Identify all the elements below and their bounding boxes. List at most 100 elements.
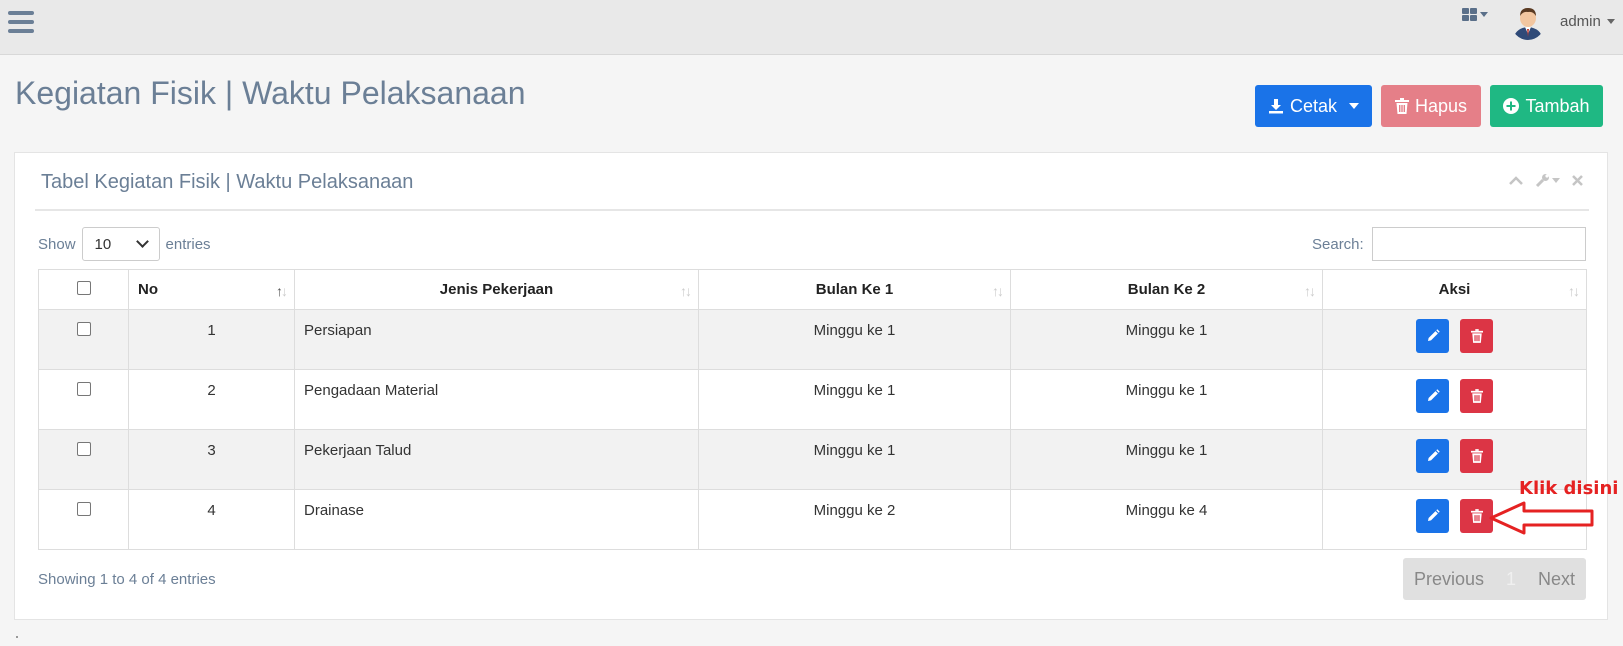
search-control: Search: (1312, 227, 1586, 261)
sort-icon: ↑↓ (1304, 283, 1316, 299)
column-header-label: Bulan Ke 2 (1127, 281, 1206, 298)
search-label: Search: (1312, 235, 1364, 253)
select-all-checkbox[interactable] (76, 280, 91, 295)
column-header-label: No (138, 281, 158, 298)
table-row: 3 Pekerjaan Talud Minggu ke 1 Minggu ke 1 (38, 429, 1587, 490)
apps-dropdown[interactable] (1462, 8, 1488, 21)
cell-bulan2: Minggu ke 1 (1010, 309, 1323, 370)
add-button[interactable]: Tambah (1490, 85, 1603, 127)
pencil-icon (1426, 509, 1440, 523)
cell-jenis: Persiapan (294, 309, 699, 370)
edit-button[interactable] (1416, 439, 1449, 473)
row-checkbox-cell (38, 369, 129, 430)
chevron-down-icon (135, 235, 149, 248)
caret-down-icon (1606, 19, 1615, 24)
sort-icon: ↑↓ (1568, 283, 1580, 299)
next-button[interactable]: Next (1538, 569, 1575, 590)
row-checkbox[interactable] (76, 442, 91, 456)
show-label: Show (38, 235, 76, 253)
cell-bulan2: Minggu ke 1 (1010, 429, 1323, 490)
data-table: No ↑↓ Jenis Pekerjaan ↑↓ Bulan Ke 1 ↑↓ Bula… (38, 269, 1587, 550)
divider (35, 209, 1589, 211)
trash-icon (1470, 509, 1483, 523)
caret-down-icon (1480, 12, 1488, 17)
cell-actions (1322, 309, 1587, 370)
print-button-label: Cetak (1289, 95, 1338, 116)
row-checkbox[interactable] (76, 322, 91, 336)
table-row: 1 Persiapan Minggu ke 1 Minggu ke 1 (38, 309, 1587, 370)
cell-bulan2: Minggu ke 4 (1010, 489, 1323, 550)
caret-down-icon (1552, 178, 1560, 183)
table-info: Showing 1 to 4 of 4 entries (38, 571, 216, 588)
close-icon[interactable] (1572, 175, 1583, 186)
delete-button[interactable] (1460, 379, 1493, 413)
edit-button[interactable] (1416, 499, 1449, 533)
column-header-aksi[interactable]: Aksi ↑↓ (1322, 269, 1587, 310)
print-button[interactable]: Cetak (1255, 85, 1372, 127)
cell-bulan2: Minggu ke 1 (1010, 369, 1323, 430)
card-title: Tabel Kegiatan Fisik | Waktu Pelaksanaan (41, 171, 414, 193)
row-checkbox[interactable] (76, 382, 91, 396)
cell-jenis: Pekerjaan Talud (294, 429, 699, 490)
pencil-icon (1426, 449, 1440, 463)
wrench-dropdown[interactable] (1535, 173, 1560, 188)
delete-selected-button[interactable]: Hapus (1381, 85, 1481, 127)
card-tools (1509, 173, 1583, 188)
delete-button[interactable] (1460, 439, 1493, 473)
trash-icon (1470, 329, 1483, 343)
cell-bulan1: Minggu ke 1 (698, 369, 1011, 430)
cell-bulan1: Minggu ke 1 (698, 309, 1011, 370)
entries-label: entries (165, 235, 211, 253)
column-header-no[interactable]: No ↑↓ (128, 269, 295, 310)
annotation-text: Klik disini (1519, 478, 1619, 499)
page-length-select[interactable]: 10 (81, 227, 160, 261)
column-header-label: Jenis Pekerjaan (439, 281, 554, 298)
avatar[interactable] (1511, 4, 1545, 40)
cell-actions (1322, 369, 1587, 430)
pencil-icon (1426, 389, 1440, 403)
trash-icon (1470, 449, 1483, 463)
row-checkbox-cell (38, 309, 129, 370)
row-checkbox-cell (38, 489, 129, 550)
select-all-header (38, 269, 129, 310)
table-card: Tabel Kegiatan Fisik | Waktu Pelaksanaan… (14, 152, 1608, 620)
download-icon (1268, 99, 1283, 114)
menu-toggle-icon[interactable] (8, 11, 34, 35)
page-length-value: 10 (94, 235, 112, 253)
page-1-button[interactable]: 1 (1506, 569, 1516, 590)
user-name: admin (1560, 13, 1601, 30)
wrench-icon (1535, 174, 1549, 188)
column-header-bulan1[interactable]: Bulan Ke 1 ↑↓ (698, 269, 1011, 310)
cell-jenis: Pengadaan Material (294, 369, 699, 430)
cell-no: 2 (128, 369, 295, 430)
cell-no: 3 (128, 429, 295, 490)
cell-no: 1 (128, 309, 295, 370)
column-header-label: Bulan Ke 1 (815, 281, 894, 298)
sort-asc-icon: ↑↓ (276, 283, 288, 299)
table-row: 2 Pengadaan Material Minggu ke 1 Minggu ke … (38, 369, 1587, 430)
cell-no: 4 (128, 489, 295, 550)
annotation-arrow-icon (1489, 501, 1594, 535)
user-menu[interactable]: admin (1560, 13, 1615, 30)
grid-icon (1462, 8, 1477, 21)
delete-selected-label: Hapus (1414, 95, 1468, 116)
column-header-bulan2[interactable]: Bulan Ke 2 ↑↓ (1010, 269, 1323, 310)
chevron-up-icon[interactable] (1509, 175, 1523, 186)
trash-icon (1470, 389, 1483, 403)
footer-dot (16, 636, 18, 638)
previous-button[interactable]: Previous (1414, 569, 1484, 590)
sort-icon: ↑↓ (680, 283, 692, 299)
row-checkbox[interactable] (76, 502, 91, 516)
search-input[interactable] (1371, 227, 1586, 261)
table-row: 4 Drainase Minggu ke 2 Minggu ke 4 (38, 489, 1587, 550)
top-navbar: admin (0, 0, 1623, 55)
caret-down-icon (1349, 103, 1360, 109)
column-header-jenis[interactable]: Jenis Pekerjaan ↑↓ (294, 269, 699, 310)
delete-button[interactable] (1460, 319, 1493, 353)
table-header-row: No ↑↓ Jenis Pekerjaan ↑↓ Bulan Ke 1 ↑↓ Bula… (38, 269, 1587, 310)
pagination: Previous 1 Next (1403, 558, 1586, 600)
trash-icon (1394, 98, 1409, 114)
add-button-label: Tambah (1525, 95, 1590, 116)
edit-button[interactable] (1416, 319, 1449, 353)
edit-button[interactable] (1416, 379, 1449, 413)
